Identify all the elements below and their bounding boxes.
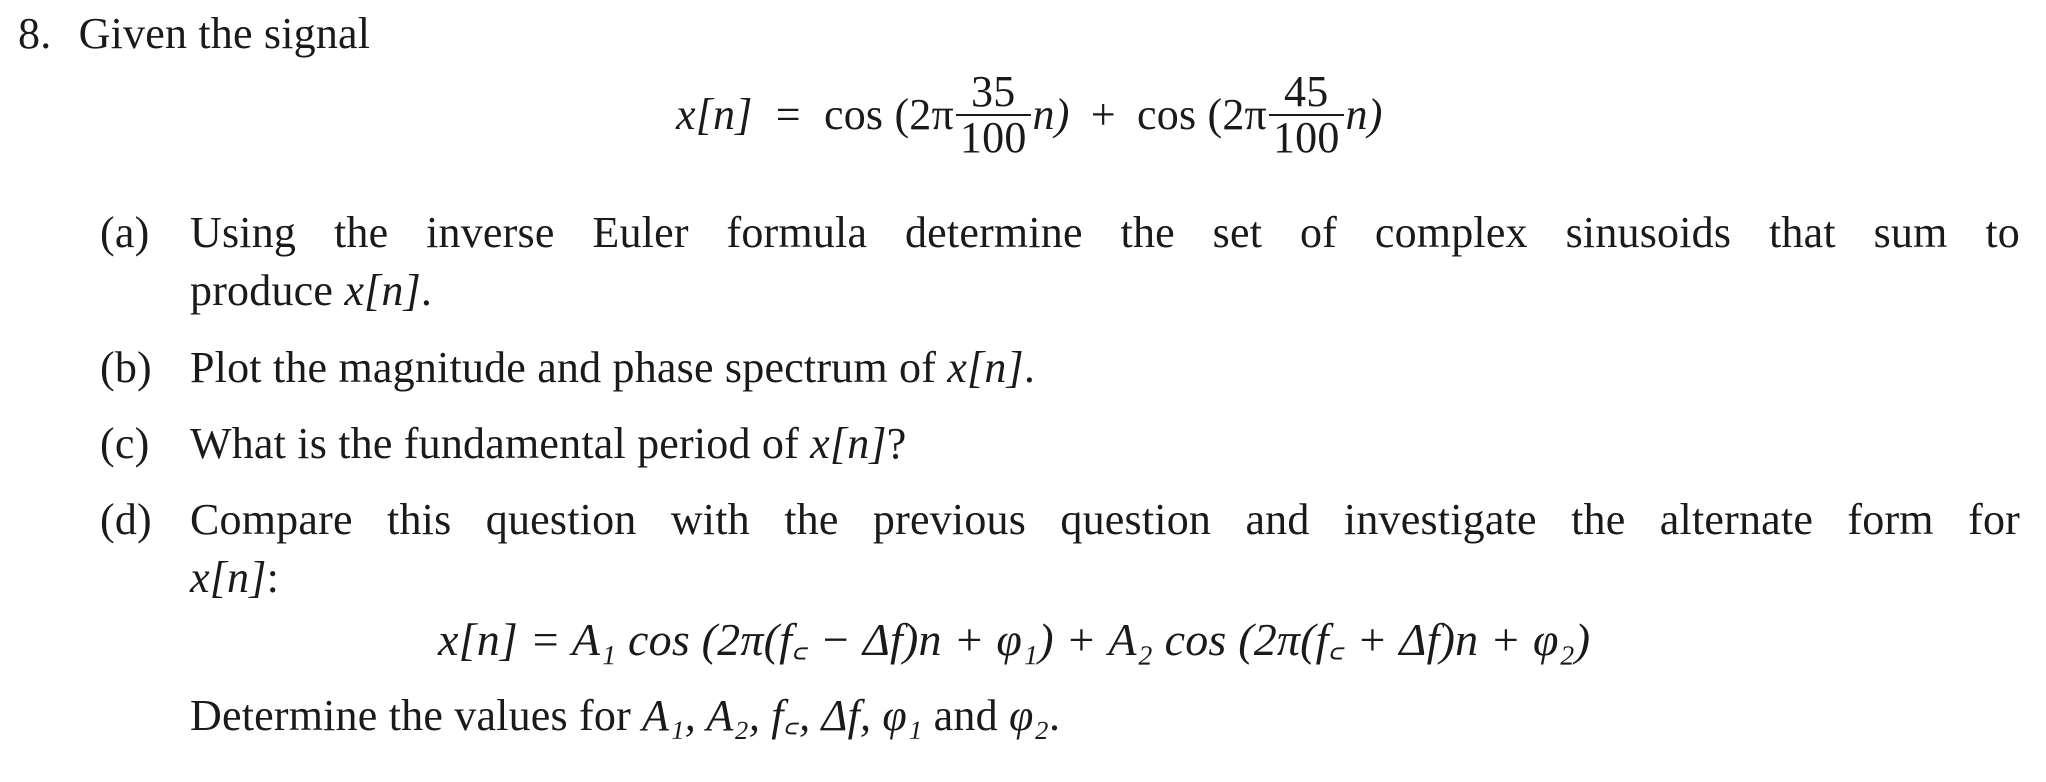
term1-denominator: 100 [959, 113, 1027, 162]
part-c-end: ? [886, 419, 907, 468]
part-b-math: x[n] [947, 343, 1024, 392]
term1-fraction: 35 100 [955, 70, 1031, 162]
term2-suffix: n) [1345, 90, 1383, 140]
part-d-label: (d) [100, 495, 152, 544]
equation-lhs: x[n] [676, 90, 753, 140]
part-c-text: What is the fundamental period of x[n]? [190, 418, 906, 470]
determine-math: A₁, A₂, f꜀, Δf, φ₁ [642, 691, 923, 740]
part-c-body: What is the fundamental period of [190, 419, 811, 468]
equation-equals: = [775, 90, 801, 140]
part-b-body: Plot the magnitude and phase spectrum of [190, 343, 948, 392]
term1-suffix: n) [1032, 90, 1070, 140]
part-a-math: x[n] [344, 266, 421, 315]
signal-equation: x[n] = cos (2π 35 100 n) + cos (2π 45 100 n) [676, 70, 1383, 164]
equation-plus: + [1090, 90, 1116, 140]
part-c-math: x[n] [810, 419, 887, 468]
term2-fraction: 45 100 [1268, 70, 1344, 162]
problem-number: 8. [18, 9, 52, 58]
determine-and: and [922, 691, 1009, 740]
part-d-colon: : [266, 553, 280, 602]
part-a-label: (a) [100, 208, 150, 257]
problem-heading: 8. Given the signal [18, 8, 370, 60]
problem-page: 8. Given the signal x[n] = cos (2π 35 100 n… [0, 0, 2046, 782]
part-d-line1: Compare this question with the previous … [190, 495, 2020, 544]
term2-denominator: 100 [1272, 113, 1340, 162]
part-b-text: Plot the magnitude and phase spectrum of… [190, 342, 1035, 394]
part-a-line1: Using the inverse Euler formula determin… [190, 208, 2020, 257]
part-a-line2: produce x[n]. [190, 265, 432, 317]
part-a-text: produce [190, 266, 345, 315]
term1-prefix: cos (2π [824, 90, 954, 140]
part-d-line2: x[n]: [190, 552, 279, 604]
problem-intro: Given the signal [78, 9, 371, 58]
determine-end: . [1049, 691, 1061, 740]
term1-numerator: 35 [955, 70, 1031, 116]
determine-last: φ₂ [1008, 691, 1050, 740]
part-c-label: (c) [100, 419, 150, 468]
part-d-math: x[n] [190, 553, 267, 602]
alternate-form-equation: x[n] = A₁ cos (2π(f꜀ − Δf)n + φ₁) + A₂ c… [438, 614, 1591, 665]
part-b-end: . [1023, 343, 1036, 392]
part-b-label: (b) [100, 343, 152, 392]
term2-prefix: cos (2π [1137, 90, 1267, 140]
part-d-determine: Determine the values for A₁, A₂, f꜀, Δf,… [190, 690, 1060, 742]
determine-text: Determine the values for [190, 691, 643, 740]
part-a-end: . [420, 266, 433, 315]
term2-numerator: 45 [1268, 70, 1344, 116]
